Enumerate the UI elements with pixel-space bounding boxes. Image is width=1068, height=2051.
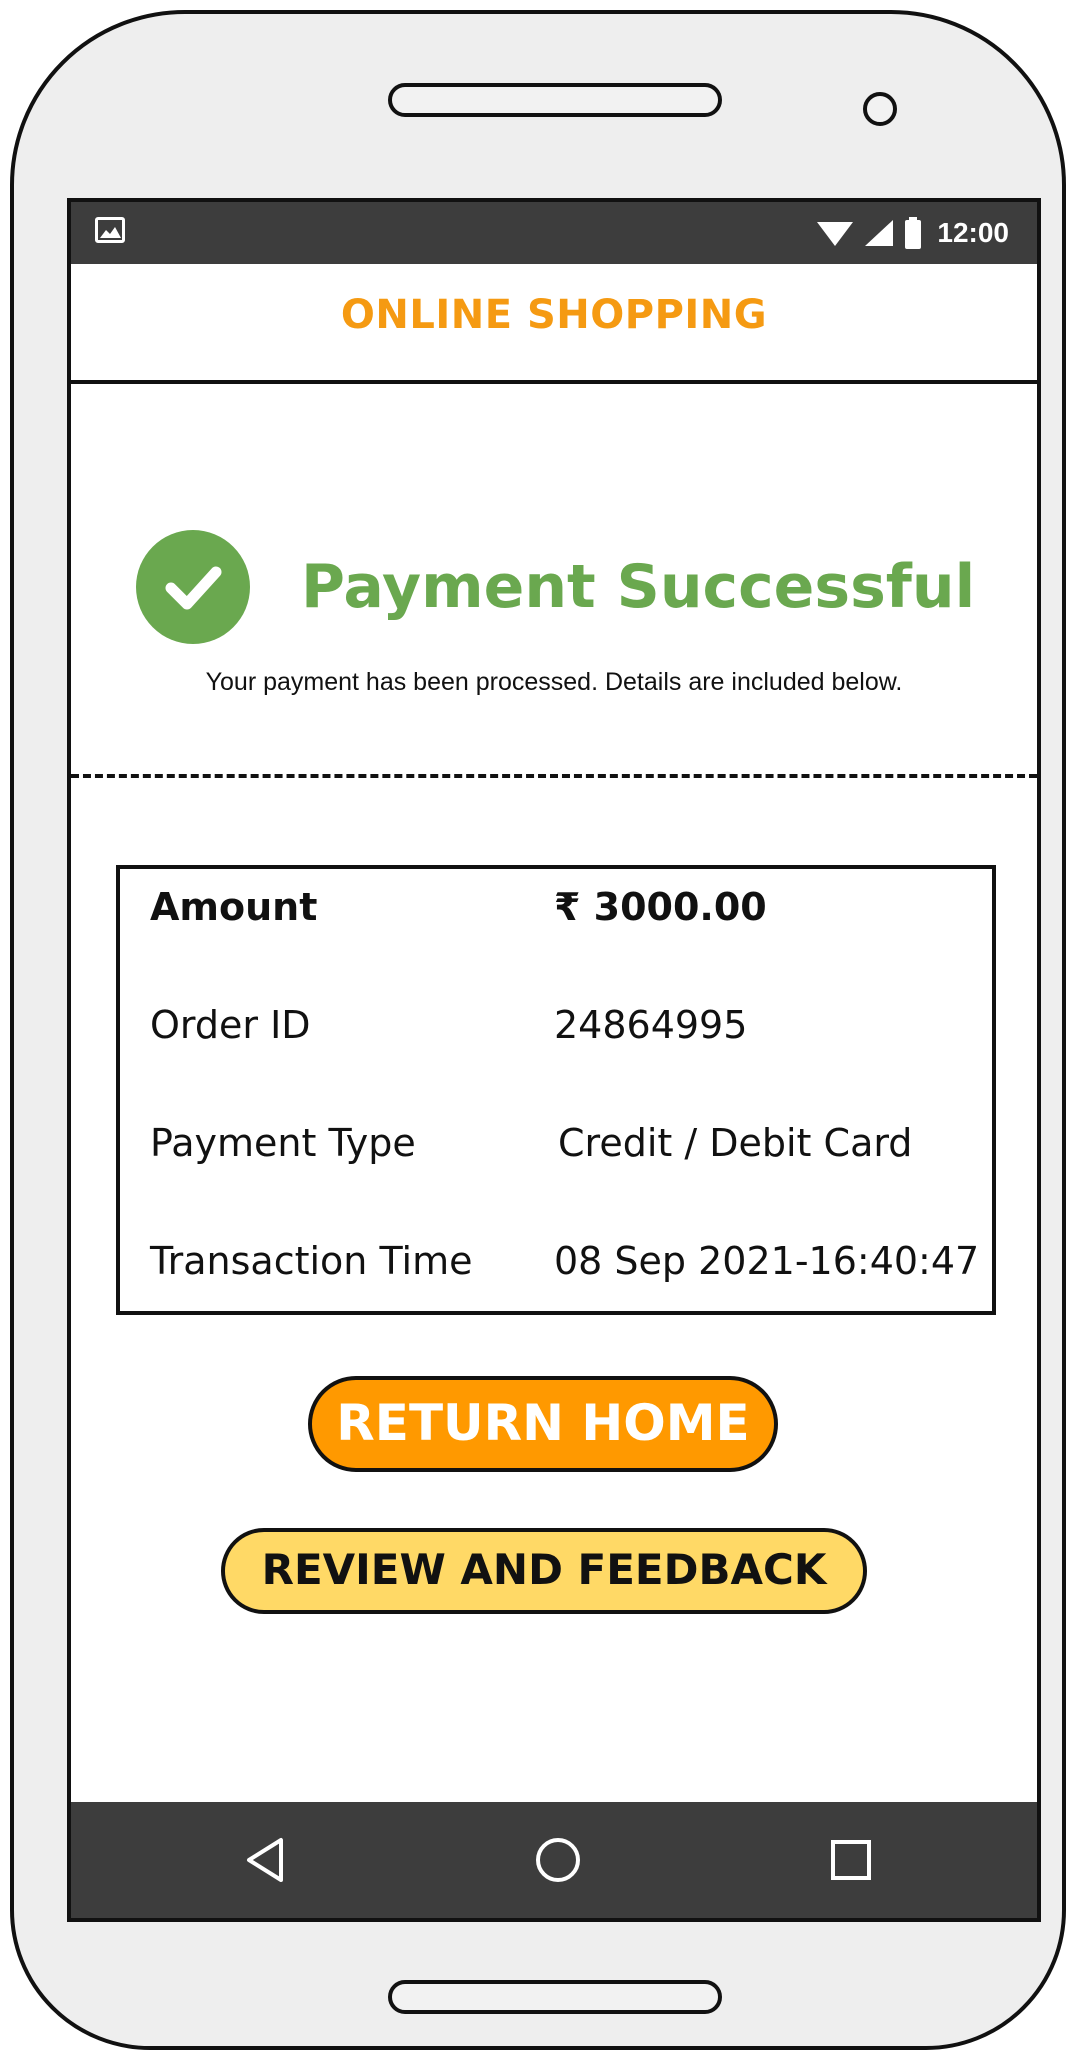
battery-icon <box>905 217 922 249</box>
detail-row-payment-type: Payment Type Credit / Debit Card <box>150 1121 982 1181</box>
hardware-home-bar <box>388 1980 722 2014</box>
signal-icon <box>865 220 894 246</box>
status-icons: 12:00 <box>817 202 1009 264</box>
detail-label: Payment Type <box>150 1121 416 1165</box>
recents-icon[interactable] <box>823 1832 879 1888</box>
review-feedback-button[interactable]: REVIEW AND FEEDBACK <box>221 1528 867 1614</box>
earpiece-speaker <box>388 83 722 117</box>
detail-label: Amount <box>150 885 318 929</box>
status-time: 12:00 <box>937 217 1009 248</box>
return-home-button[interactable]: RETURN HOME <box>308 1376 778 1472</box>
dashed-divider <box>71 774 1037 778</box>
phone-frame: 12:00 ONLINE SHOPPING Payment Successful… <box>10 10 1066 2050</box>
detail-label: Transaction Time <box>150 1239 473 1283</box>
payment-details-table: Amount ₹ 3000.00 Order ID 24864995 Payme… <box>116 865 996 1315</box>
navigation-bar <box>71 1802 1037 1918</box>
front-camera <box>863 92 897 126</box>
app-title: ONLINE SHOPPING <box>340 292 768 338</box>
home-icon[interactable] <box>530 1832 586 1888</box>
check-circle-icon <box>136 530 250 644</box>
status-bar: 12:00 <box>71 202 1037 264</box>
detail-value: Credit / Debit Card <box>558 1121 913 1165</box>
detail-value: 24864995 <box>554 1003 748 1047</box>
image-icon <box>95 217 125 243</box>
detail-label: Order ID <box>150 1003 311 1047</box>
detail-row-transaction-time: Transaction Time 08 Sep 2021-16:40:47 <box>150 1239 982 1299</box>
detail-value: 08 Sep 2021-16:40:47 <box>554 1239 980 1283</box>
back-icon[interactable] <box>239 1832 295 1888</box>
detail-value: ₹ 3000.00 <box>554 885 767 929</box>
detail-row-amount: Amount ₹ 3000.00 <box>150 885 982 945</box>
wifi-icon <box>817 222 854 246</box>
detail-row-order-id: Order ID 24864995 <box>150 1003 982 1063</box>
payment-status-title: Payment Successful <box>301 552 976 622</box>
screen: 12:00 ONLINE SHOPPING Payment Successful… <box>67 198 1041 1922</box>
app-bar: ONLINE SHOPPING <box>71 264 1037 384</box>
payment-status-subtitle: Your payment has been processed. Details… <box>205 668 903 696</box>
